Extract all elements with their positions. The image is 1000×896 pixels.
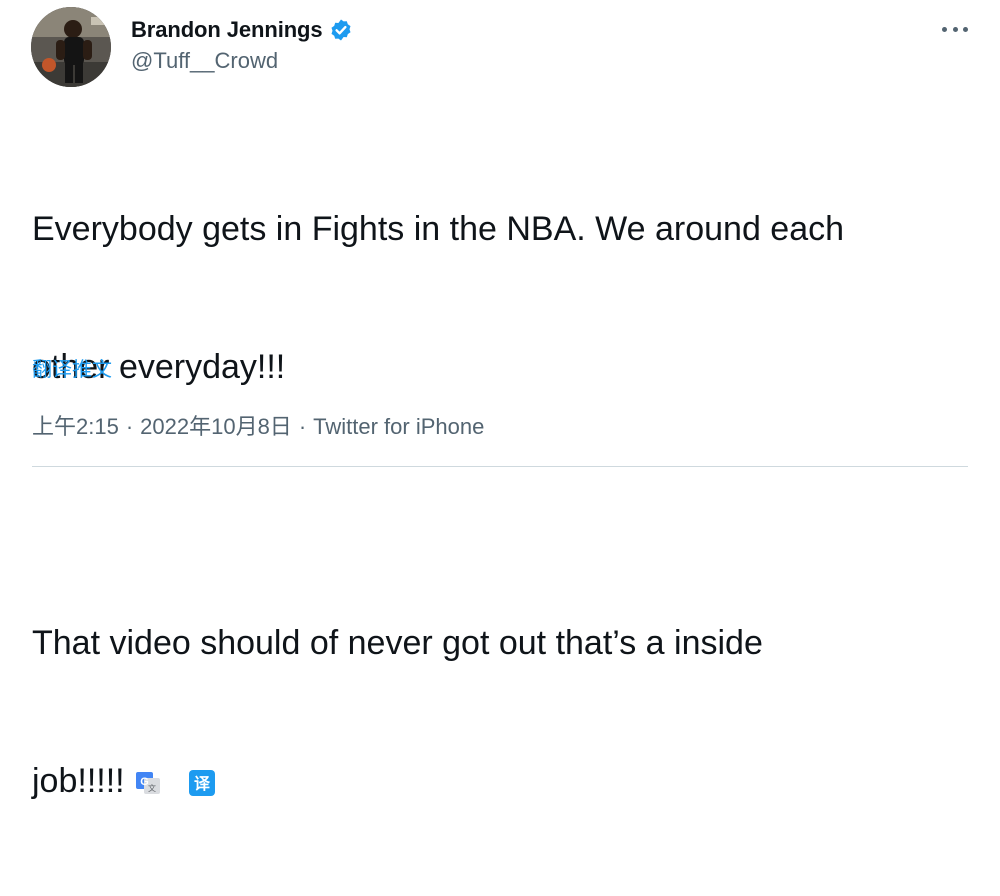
tweet-line: other everyday!!!: [32, 348, 286, 386]
tweet-text: Everybody gets in Fights in the NBA. We …: [32, 114, 972, 896]
meta-separator: ·: [298, 414, 307, 439]
more-horizontal-icon: [942, 26, 947, 32]
svg-text:文: 文: [148, 783, 156, 793]
translate-icons: G 文 译: [135, 770, 215, 797]
meta-separator: ·: [125, 414, 134, 439]
verified-badge-icon: [331, 19, 351, 41]
tweet-line: That video should of never got out that’…: [32, 624, 763, 662]
tweet-line: Everybody gets in Fights in the NBA. We …: [32, 210, 845, 248]
more-options-button[interactable]: [942, 19, 968, 39]
tweet-source[interactable]: Twitter for iPhone: [313, 414, 484, 439]
tweet-line-last: job!!!!! G 文 译: [32, 758, 972, 804]
google-translate-icon[interactable]: G 文: [135, 770, 161, 796]
avatar[interactable]: [31, 7, 111, 87]
tweet-time[interactable]: 上午2:15: [32, 414, 119, 439]
divider: [32, 466, 968, 467]
translate-icon[interactable]: 译: [188, 770, 215, 797]
translate-tweet-link[interactable]: 翻译推文: [32, 353, 112, 382]
author-handle[interactable]: @Tuff__Crowd: [131, 48, 278, 74]
translate-icon-text: 译: [194, 774, 211, 793]
author-name-row: Brandon Jennings: [131, 14, 353, 46]
tweet-date[interactable]: 2022年10月8日: [140, 414, 292, 439]
tweet-card: Brandon Jennings @Tuff__Crowd Everybody …: [0, 0, 1000, 800]
tweet-line-text: job!!!!!: [32, 762, 125, 800]
author-name[interactable]: Brandon Jennings: [131, 17, 323, 43]
tweet-meta: 上午2:15 · 2022年10月8日 · Twitter for iPhone: [32, 409, 484, 441]
